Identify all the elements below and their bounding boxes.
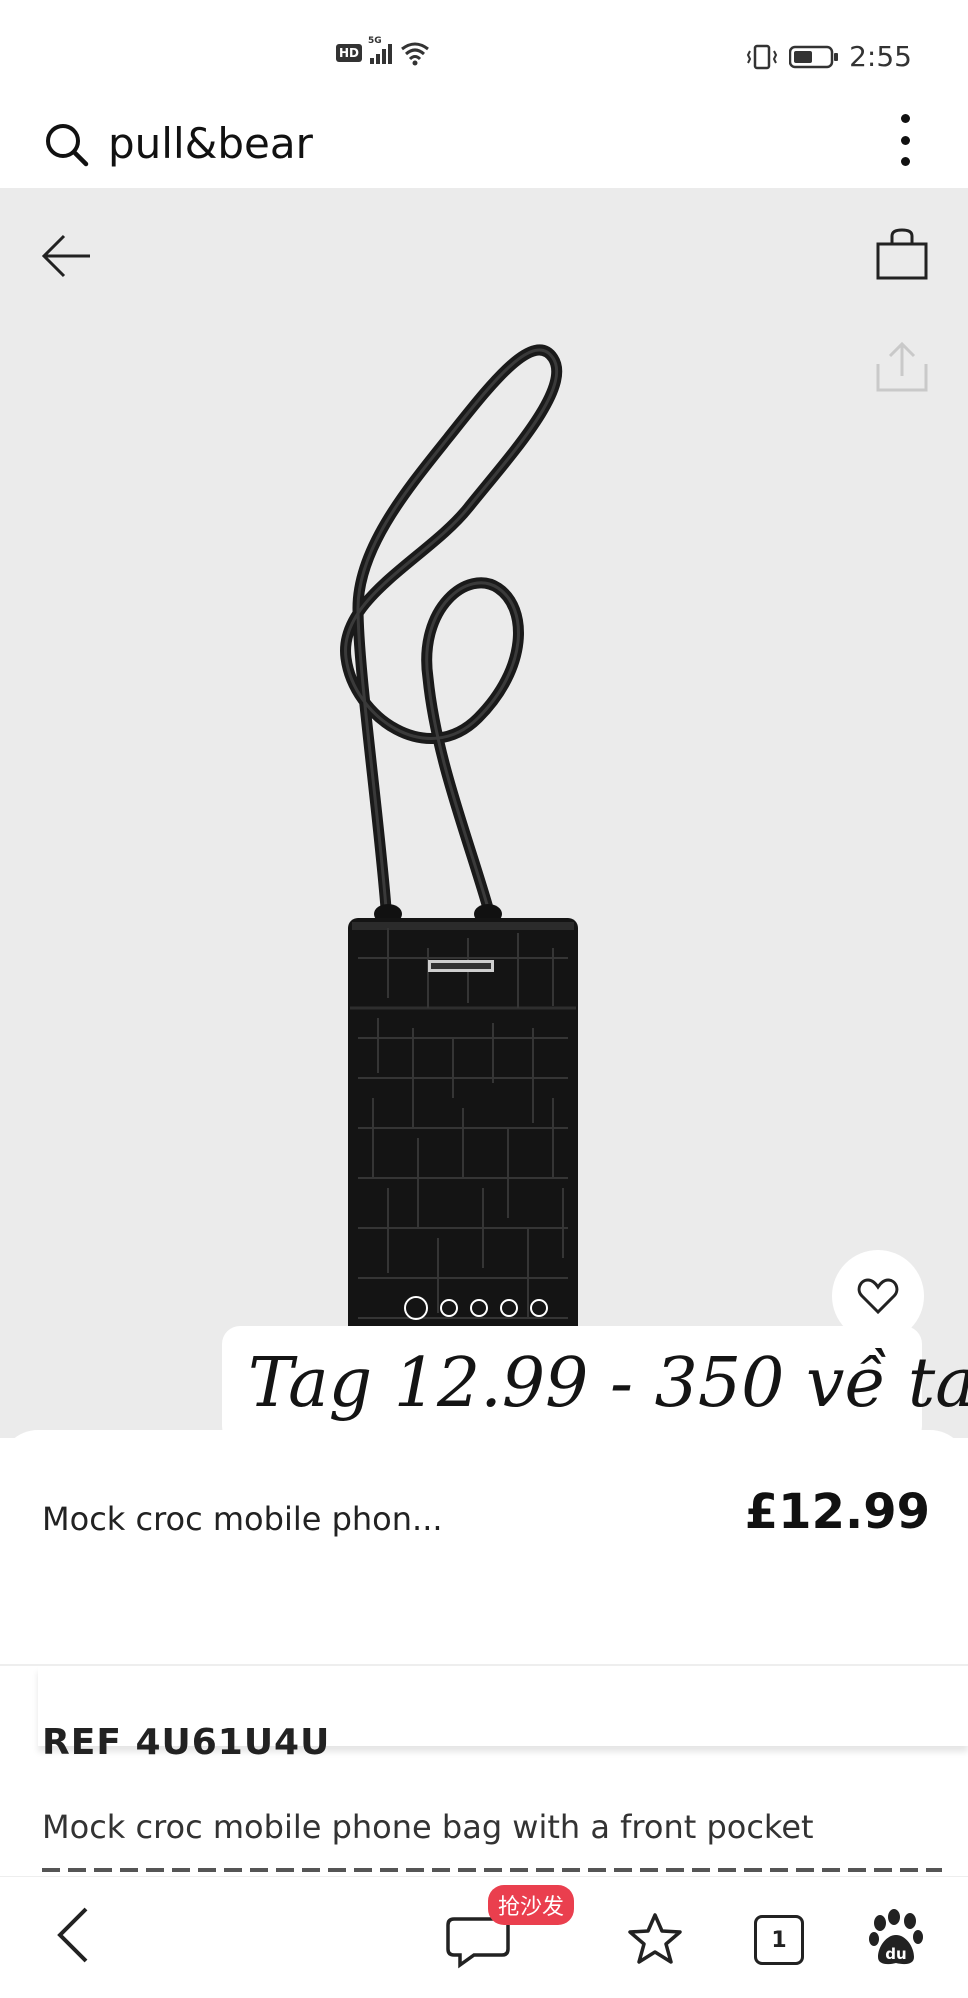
- pagination-dot[interactable]: [470, 1299, 488, 1317]
- heart-icon: [857, 1278, 899, 1315]
- baidu-paw-icon[interactable]: du: [866, 1907, 926, 1969]
- product-name[interactable]: Mock croc mobile phon...: [42, 1500, 443, 1538]
- browser-bottom-nav: 抢沙发 1 du: [0, 1876, 968, 1998]
- share-icon[interactable]: [872, 336, 932, 396]
- signal-icon: 5G: [368, 36, 393, 64]
- arrow-left-icon[interactable]: [38, 228, 94, 284]
- pagination-dot[interactable]: [440, 1299, 458, 1317]
- pagination-dot[interactable]: [530, 1299, 548, 1317]
- product-summary-sheet[interactable]: Mock croc mobile phon... £12.99: [0, 1430, 968, 1860]
- search-query[interactable]: pull&bear: [108, 116, 313, 172]
- tabs-icon[interactable]: 1: [754, 1915, 804, 1965]
- description-cutoff: [42, 1862, 942, 1876]
- image-pagination[interactable]: [404, 1296, 548, 1320]
- search-icon[interactable]: [42, 120, 92, 170]
- status-left: HD 5G: [336, 36, 430, 66]
- product-gallery[interactable]: [0, 188, 968, 1438]
- back-icon[interactable]: [46, 1903, 102, 1967]
- vibrate-icon: [746, 44, 778, 69]
- status-bar: HD 5G 2:55: [0, 0, 968, 110]
- battery-icon: [789, 45, 839, 68]
- pagination-dot[interactable]: [500, 1299, 518, 1317]
- price-note-overlay: Tag 12.99 - 350 về tay: [222, 1326, 968, 1444]
- shopping-bag-icon[interactable]: [874, 226, 930, 282]
- star-icon[interactable]: [626, 1911, 684, 1967]
- clock: 2:55: [849, 40, 912, 73]
- product-ref: REF 4U61U4U: [42, 1722, 331, 1763]
- tab-count: 1: [771, 1927, 787, 1953]
- wifi-icon: [401, 42, 429, 66]
- product-price: £12.99: [744, 1484, 930, 1540]
- price-note-text: Tag 12.99 - 350 về tay: [248, 1344, 968, 1423]
- browser-address-bar[interactable]: pull&bear: [0, 110, 968, 188]
- network-label: 5G: [368, 36, 382, 46]
- hd-badge: HD: [336, 44, 363, 62]
- product-image: [340, 344, 578, 1338]
- pagination-dot[interactable]: [404, 1296, 428, 1320]
- svg-text:du: du: [885, 1945, 906, 1963]
- product-description: Mock croc mobile phone bag with a front …: [42, 1808, 814, 1846]
- status-right: 2:55: [745, 40, 912, 73]
- comment-badge[interactable]: 抢沙发: [488, 1885, 575, 1925]
- more-vertical-icon[interactable]: [890, 110, 920, 170]
